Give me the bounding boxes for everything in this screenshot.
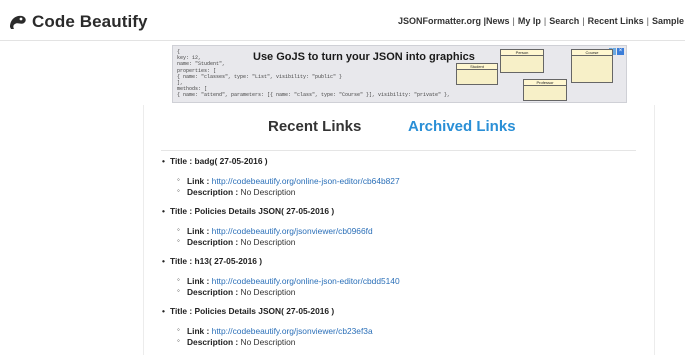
list-item: Title : Policies Details JSON( 27-05-201…	[162, 306, 642, 356]
entry-title-label: Title :	[170, 206, 193, 216]
entry-link[interactable]: http://codebeautify.org/online-json-edit…	[212, 276, 400, 286]
entry-title-value: h13( 27-05-2016 )	[194, 256, 263, 266]
tab-recent-links[interactable]: Recent Links	[268, 118, 361, 135]
entry-link-label: Link :	[187, 226, 210, 236]
recent-links-list: Title : badg( 27-05-2016 ) Link : http:/…	[162, 156, 642, 356]
entry-description: No Description	[240, 287, 296, 297]
uml-box-student: Student	[456, 63, 498, 85]
uml-box-professor: Professor	[523, 79, 567, 101]
entry-description-row: Description : No Description	[177, 336, 296, 347]
nav-link-sample[interactable]: Sample	[652, 16, 684, 26]
entry-link-label: Link :	[187, 326, 210, 336]
entry-link-label: Link :	[187, 276, 210, 286]
entry-title: Title : badg( 27-05-2016 )	[162, 156, 268, 166]
header-divider	[0, 40, 685, 41]
entry-link[interactable]: http://codebeautify.org/online-json-edit…	[212, 176, 400, 186]
entry-title-label: Title :	[170, 156, 193, 166]
entry-description-label: Description :	[187, 337, 239, 347]
uml-box-person: Person	[500, 49, 544, 73]
entry-description: No Description	[240, 187, 296, 197]
nav-link-search[interactable]: Search	[549, 16, 579, 26]
entry-link-label: Link :	[187, 176, 210, 186]
entry-title-label: Title :	[170, 256, 193, 266]
entry-title: Title : Policies Details JSON( 27-05-201…	[162, 206, 334, 216]
tab-divider	[161, 150, 636, 151]
entry-description-row: Description : No Description	[177, 286, 296, 297]
list-item: Title : h13( 27-05-2016 ) Link : http://…	[162, 256, 642, 306]
tab-bar: Recent Links Archived Links	[143, 118, 653, 142]
entry-description-label: Description :	[187, 187, 239, 197]
ad-headline: Use GoJS to turn your JSON into graphics	[253, 51, 475, 63]
entry-description: No Description	[240, 337, 296, 347]
logo-text: Code Beautify	[32, 12, 148, 31]
tab-archived-links[interactable]: Archived Links	[408, 118, 516, 135]
top-navigation: JSONFormatter.org |News | My Ip | Search | Rec…	[398, 16, 685, 26]
ad-banner[interactable]: { key: 12, name: "Student", properties: …	[172, 45, 627, 103]
uml-box-title: Course	[572, 50, 612, 56]
ad-close-icon[interactable]: ×	[617, 48, 624, 55]
logo-icon	[10, 15, 26, 29]
uml-box-title: Person	[501, 50, 543, 56]
nav-link-my-ip[interactable]: My Ip	[518, 16, 541, 26]
uml-box-title: Professor	[524, 80, 566, 86]
entry-link[interactable]: http://codebeautify.org/jsonviewer/cb096…	[212, 226, 373, 236]
entry-description: No Description	[240, 237, 296, 247]
uml-box-course: Course	[571, 49, 613, 83]
entry-title: Title : Policies Details JSON( 27-05-201…	[162, 306, 334, 316]
nav-link-jsonformatter-news[interactable]: JSONFormatter.org |News	[398, 16, 510, 26]
list-item: Title : badg( 27-05-2016 ) Link : http:/…	[162, 156, 642, 206]
ad-code-line: { name: "attend", parameters: [{ name: "…	[177, 92, 451, 99]
entry-description-row: Description : No Description	[177, 236, 296, 247]
entry-title-value: Policies Details JSON( 27-05-2016 )	[194, 206, 335, 216]
entry-title-value: badg( 27-05-2016 )	[194, 156, 268, 166]
entry-link-row: Link : http://codebeautify.org/online-js…	[177, 175, 400, 186]
entry-link-row: Link : http://codebeautify.org/jsonviewe…	[177, 325, 373, 336]
entry-link-row: Link : http://codebeautify.org/online-js…	[177, 275, 400, 286]
entry-description-row: Description : No Description	[177, 186, 296, 197]
entry-title-label: Title :	[170, 306, 193, 316]
entry-description-label: Description :	[187, 287, 239, 297]
entry-title-value: Policies Details JSON( 27-05-2016 )	[194, 306, 335, 316]
uml-box-title: Student	[457, 64, 497, 70]
entry-link-row: Link : http://codebeautify.org/jsonviewe…	[177, 225, 373, 236]
entry-title: Title : h13( 27-05-2016 )	[162, 256, 262, 266]
nav-link-recent-links[interactable]: Recent Links	[588, 16, 644, 26]
site-logo[interactable]: Code Beautify	[8, 12, 148, 32]
list-item: Title : Policies Details JSON( 27-05-201…	[162, 206, 642, 256]
entry-link[interactable]: http://codebeautify.org/jsonviewer/cb23e…	[212, 326, 373, 336]
entry-description-label: Description :	[187, 237, 239, 247]
